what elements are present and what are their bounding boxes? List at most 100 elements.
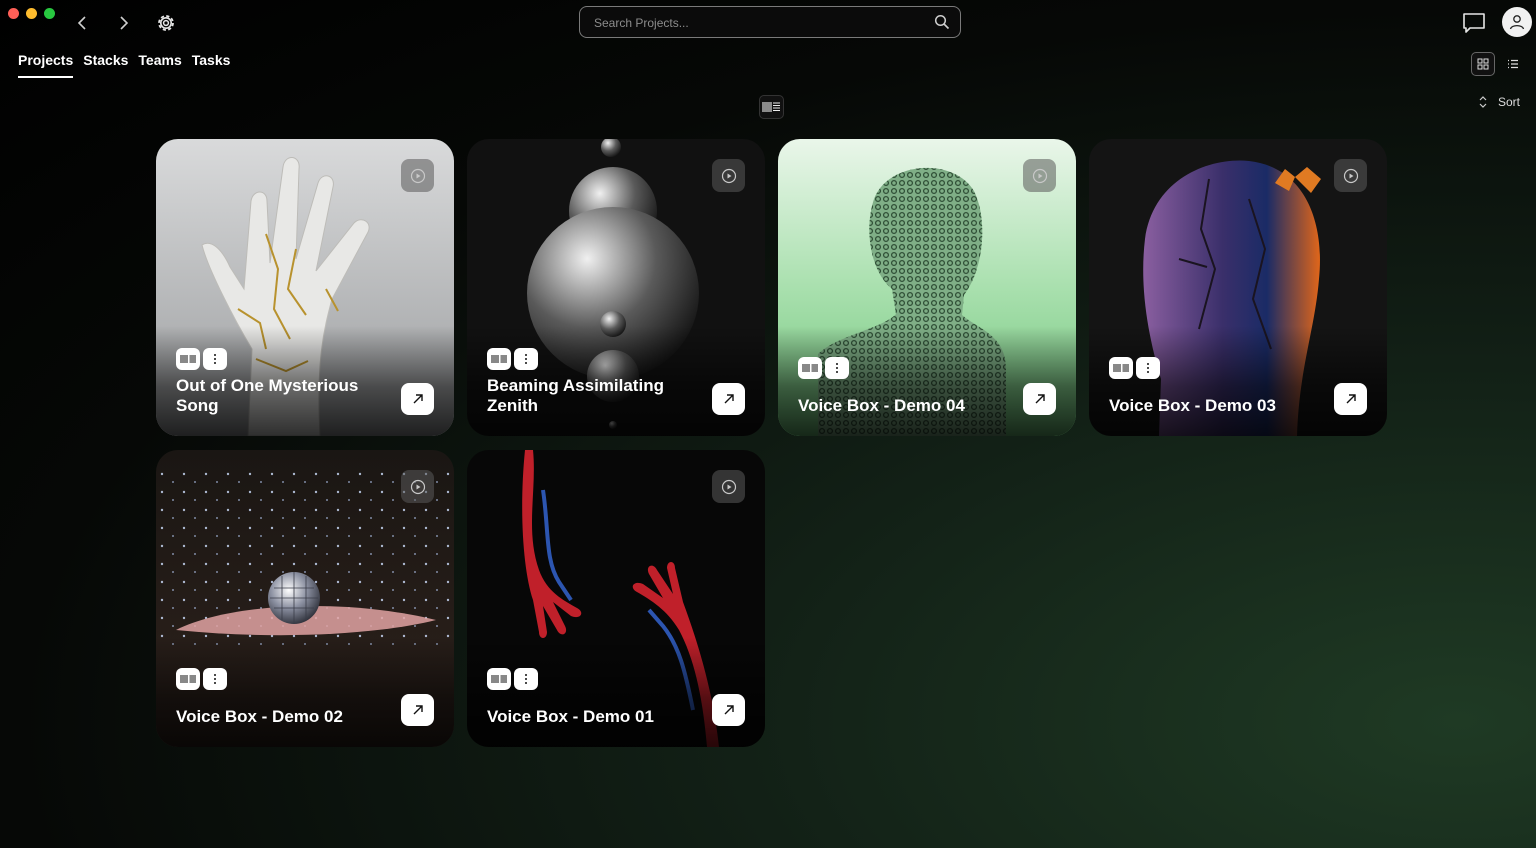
play-icon bbox=[721, 479, 736, 494]
waveform-tag-icon bbox=[180, 355, 196, 363]
chevron-right-icon bbox=[120, 16, 129, 30]
app-window: Projects Stacks Teams Tasks Sort bbox=[0, 0, 1536, 848]
open-project-button[interactable] bbox=[712, 694, 745, 726]
forward-button[interactable] bbox=[112, 12, 134, 34]
arrow-up-right-icon bbox=[724, 394, 734, 404]
waveform-tag-icon bbox=[491, 355, 507, 363]
card-shade bbox=[156, 637, 454, 747]
waveform-tag-button[interactable] bbox=[176, 348, 200, 370]
project-card[interactable]: Voice Box - Demo 04 bbox=[778, 139, 1076, 436]
card-chips bbox=[487, 668, 538, 690]
sort-icon bbox=[1479, 96, 1487, 108]
play-button[interactable] bbox=[401, 159, 434, 192]
more-vertical-icon bbox=[525, 354, 527, 364]
card-chips bbox=[487, 348, 538, 370]
project-title: Voice Box - Demo 04 bbox=[798, 396, 965, 415]
more-vertical-icon bbox=[525, 674, 527, 684]
more-vertical-icon bbox=[1147, 363, 1149, 373]
play-icon bbox=[410, 479, 425, 494]
project-card[interactable]: Beaming Assimilating Zenith bbox=[467, 139, 765, 436]
more-button[interactable] bbox=[825, 357, 849, 379]
close-window-button[interactable] bbox=[8, 8, 19, 19]
project-card[interactable]: Voice Box - Demo 01 bbox=[467, 450, 765, 747]
waveform-tag-button[interactable] bbox=[1109, 357, 1133, 379]
minimize-window-button[interactable] bbox=[26, 8, 37, 19]
waveform-tag-button[interactable] bbox=[487, 348, 511, 370]
chevron-left-icon bbox=[77, 16, 86, 30]
play-button[interactable] bbox=[1334, 159, 1367, 192]
project-title: Voice Box - Demo 03 bbox=[1109, 396, 1276, 415]
open-project-button[interactable] bbox=[401, 383, 434, 415]
arrow-up-right-icon bbox=[413, 394, 423, 404]
play-button[interactable] bbox=[401, 470, 434, 503]
arrow-up-right-icon bbox=[1035, 394, 1045, 404]
search-icon[interactable] bbox=[934, 14, 950, 30]
list-view-button[interactable] bbox=[1501, 52, 1525, 76]
stack-filter-button[interactable] bbox=[759, 95, 784, 119]
more-button[interactable] bbox=[514, 668, 538, 690]
arrow-up-right-icon bbox=[413, 705, 423, 715]
grid-view-icon bbox=[1477, 58, 1489, 70]
play-button[interactable] bbox=[1023, 159, 1056, 192]
waveform-tag-icon bbox=[762, 102, 780, 112]
settings-button[interactable] bbox=[153, 10, 179, 36]
tab-stacks[interactable]: Stacks bbox=[83, 52, 128, 78]
project-card[interactable]: Voice Box - Demo 02 bbox=[156, 450, 454, 747]
arrow-up-right-icon bbox=[724, 705, 734, 715]
tab-bar: Projects Stacks Teams Tasks bbox=[18, 52, 230, 78]
avatar[interactable] bbox=[1502, 7, 1532, 37]
project-title: Beaming Assimilating Zenith bbox=[487, 376, 664, 415]
open-project-button[interactable] bbox=[1023, 383, 1056, 415]
card-shade bbox=[778, 326, 1076, 436]
user-icon bbox=[1509, 15, 1525, 30]
play-button[interactable] bbox=[712, 159, 745, 192]
play-icon bbox=[1343, 168, 1358, 183]
zoom-window-button[interactable] bbox=[44, 8, 55, 19]
card-chips bbox=[176, 668, 227, 690]
waveform-tag-icon bbox=[1113, 364, 1129, 372]
search-input[interactable] bbox=[592, 7, 926, 39]
open-project-button[interactable] bbox=[1334, 383, 1367, 415]
card-chips bbox=[176, 348, 227, 370]
chat-icon[interactable] bbox=[1462, 12, 1486, 34]
open-project-button[interactable] bbox=[401, 694, 434, 726]
tab-teams[interactable]: Teams bbox=[138, 52, 181, 78]
waveform-tag-button[interactable] bbox=[487, 668, 511, 690]
play-icon bbox=[721, 168, 736, 183]
more-button[interactable] bbox=[1136, 357, 1160, 379]
card-shade bbox=[467, 637, 765, 747]
more-vertical-icon bbox=[214, 354, 216, 364]
back-button[interactable] bbox=[72, 12, 94, 34]
waveform-tag-button[interactable] bbox=[176, 668, 200, 690]
project-card[interactable]: Out of One Mysterious Song bbox=[156, 139, 454, 436]
open-project-button[interactable] bbox=[712, 383, 745, 415]
card-shade bbox=[1089, 326, 1387, 436]
waveform-tag-icon bbox=[802, 364, 818, 372]
play-button[interactable] bbox=[712, 470, 745, 503]
list-view-icon bbox=[1508, 59, 1518, 69]
tab-tasks[interactable]: Tasks bbox=[192, 52, 231, 78]
more-button[interactable] bbox=[203, 348, 227, 370]
arrow-up-right-icon bbox=[1346, 394, 1356, 404]
project-grid: Out of One Mysterious Song Beaming Assim… bbox=[156, 139, 1387, 747]
more-button[interactable] bbox=[203, 668, 227, 690]
tab-projects[interactable]: Projects bbox=[18, 52, 74, 78]
project-title: Voice Box - Demo 02 bbox=[176, 707, 343, 726]
play-icon bbox=[410, 168, 425, 183]
more-vertical-icon bbox=[214, 674, 216, 684]
card-chips bbox=[798, 357, 849, 379]
project-card[interactable]: Voice Box - Demo 03 bbox=[1089, 139, 1387, 436]
grid-view-button[interactable] bbox=[1471, 52, 1495, 76]
waveform-tag-button[interactable] bbox=[798, 357, 822, 379]
sort-label: Sort bbox=[1498, 95, 1521, 109]
project-title: Voice Box - Demo 01 bbox=[487, 707, 654, 726]
waveform-tag-icon bbox=[180, 675, 196, 683]
waveform-tag-icon bbox=[491, 675, 507, 683]
gear-icon bbox=[158, 15, 174, 31]
card-chips bbox=[1109, 357, 1160, 379]
sort-button[interactable]: Sort bbox=[1478, 95, 1520, 109]
view-toggle bbox=[1471, 52, 1525, 76]
window-controls bbox=[8, 8, 55, 19]
play-icon bbox=[1032, 168, 1047, 183]
more-button[interactable] bbox=[514, 348, 538, 370]
